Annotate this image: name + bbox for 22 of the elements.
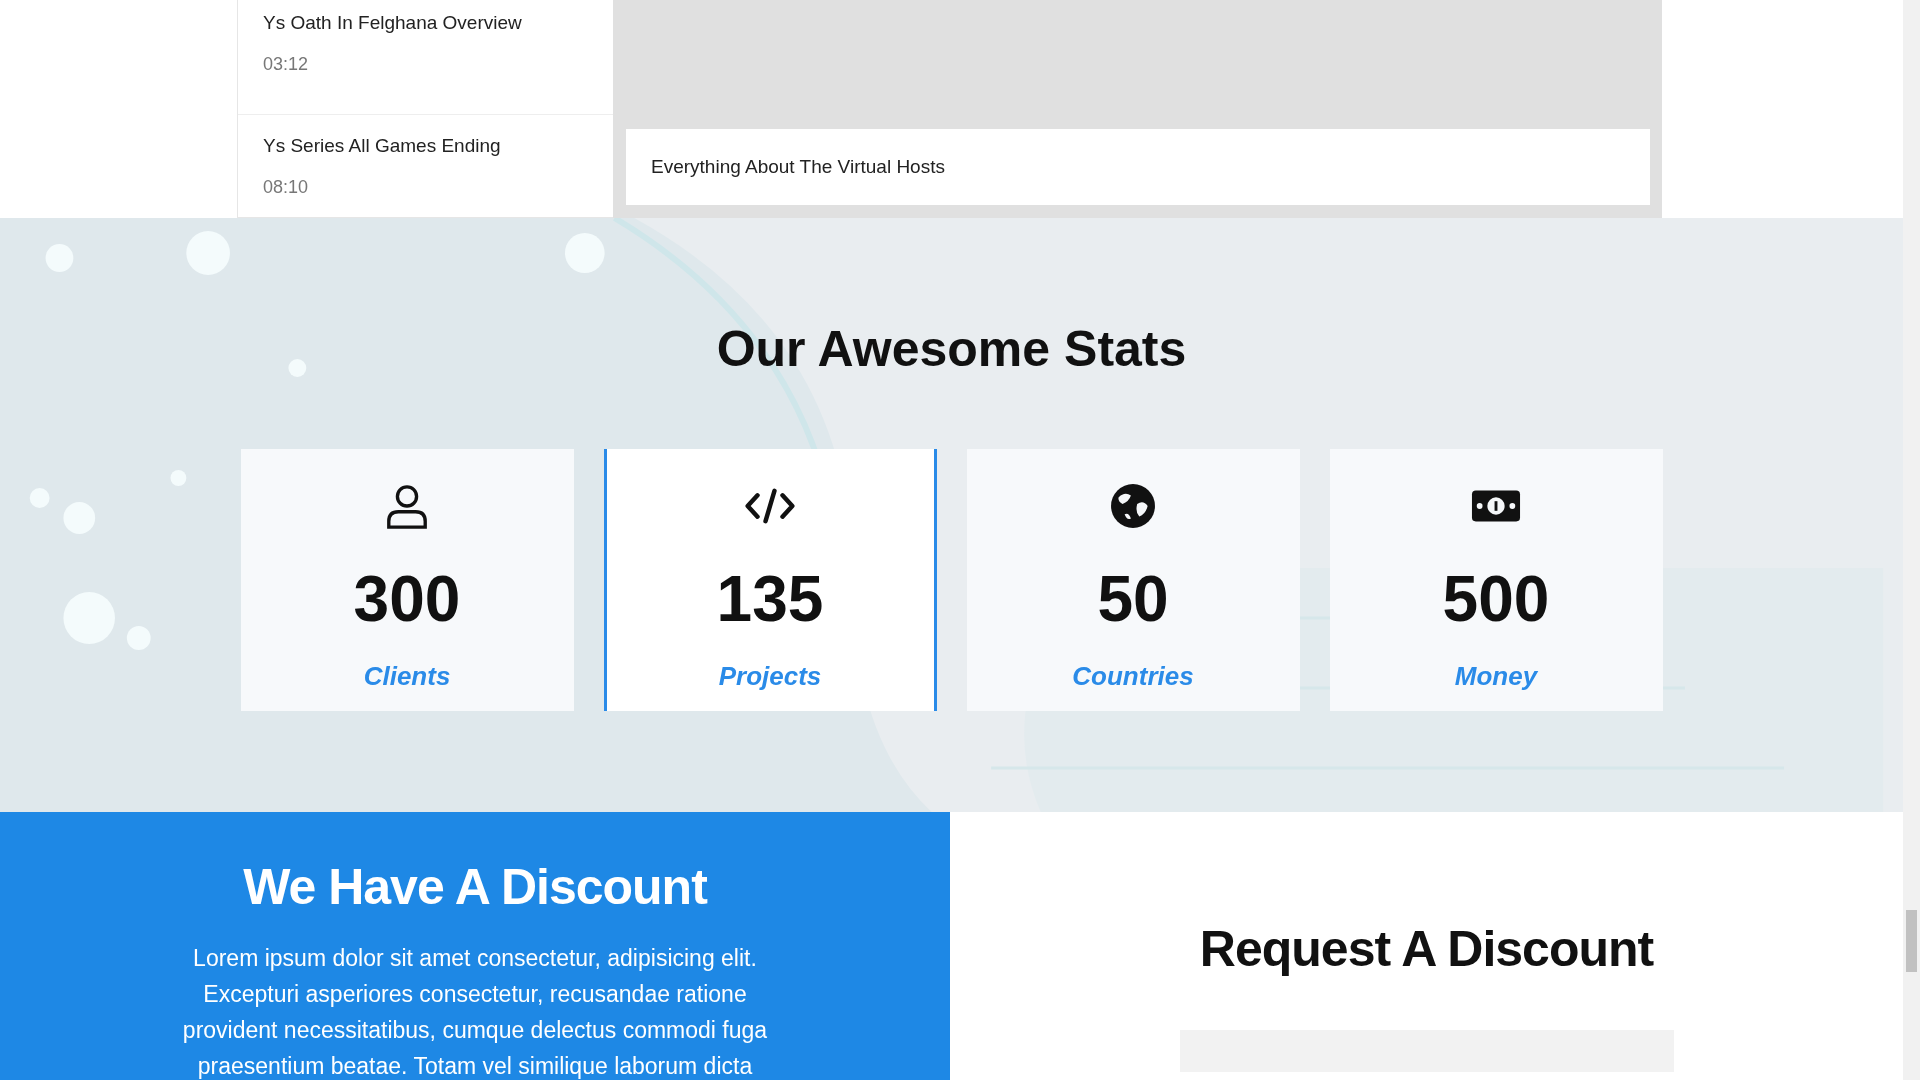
video-caption: Everything About The Virtual Hosts — [626, 129, 1650, 205]
section-title: Our Awesome Stats — [716, 320, 1187, 379]
stat-label: Countries — [1072, 661, 1194, 692]
video-duration: 08:10 — [263, 176, 310, 198]
video-duration: 03:12 — [263, 54, 310, 75]
stat-label: Projects — [718, 661, 822, 692]
stat-label: Money — [1454, 661, 1538, 692]
stat-number: 135 — [716, 567, 824, 631]
discount-text: Lorem ipsum dolor sit amet consectetur, adipisicing elit. Excepturi asperiores consectetur, recusandae ratione provident necessitatibus, cumque delectus commodi fuga praesentium beatae. Totam vel similique laborum dicta — [181, 944, 769, 1080]
stat-label: Clients — [363, 661, 451, 692]
scrollbar[interactable] — [1903, 0, 1920, 1080]
discount-title: We Have A Discount — [243, 858, 707, 916]
stat-number: 500 — [1442, 567, 1550, 631]
video-title: Ys Series All Games Ending — [263, 134, 502, 157]
request-title: Request A Discount — [1199, 920, 1654, 978]
video-player[interactable]: Everything About The Virtual Hosts — [613, 0, 1662, 218]
video-item[interactable]: Ys Oath In Felghana Overview 03:12 — [238, 0, 613, 114]
stat-number: 300 — [353, 567, 461, 631]
stat-number: 50 — [1097, 567, 1169, 631]
video-title: Ys Oath In Felghana Overview — [263, 12, 523, 34]
scrollbar-thumb[interactable] — [1906, 910, 1917, 972]
globe-icon — [1108, 483, 1158, 529]
